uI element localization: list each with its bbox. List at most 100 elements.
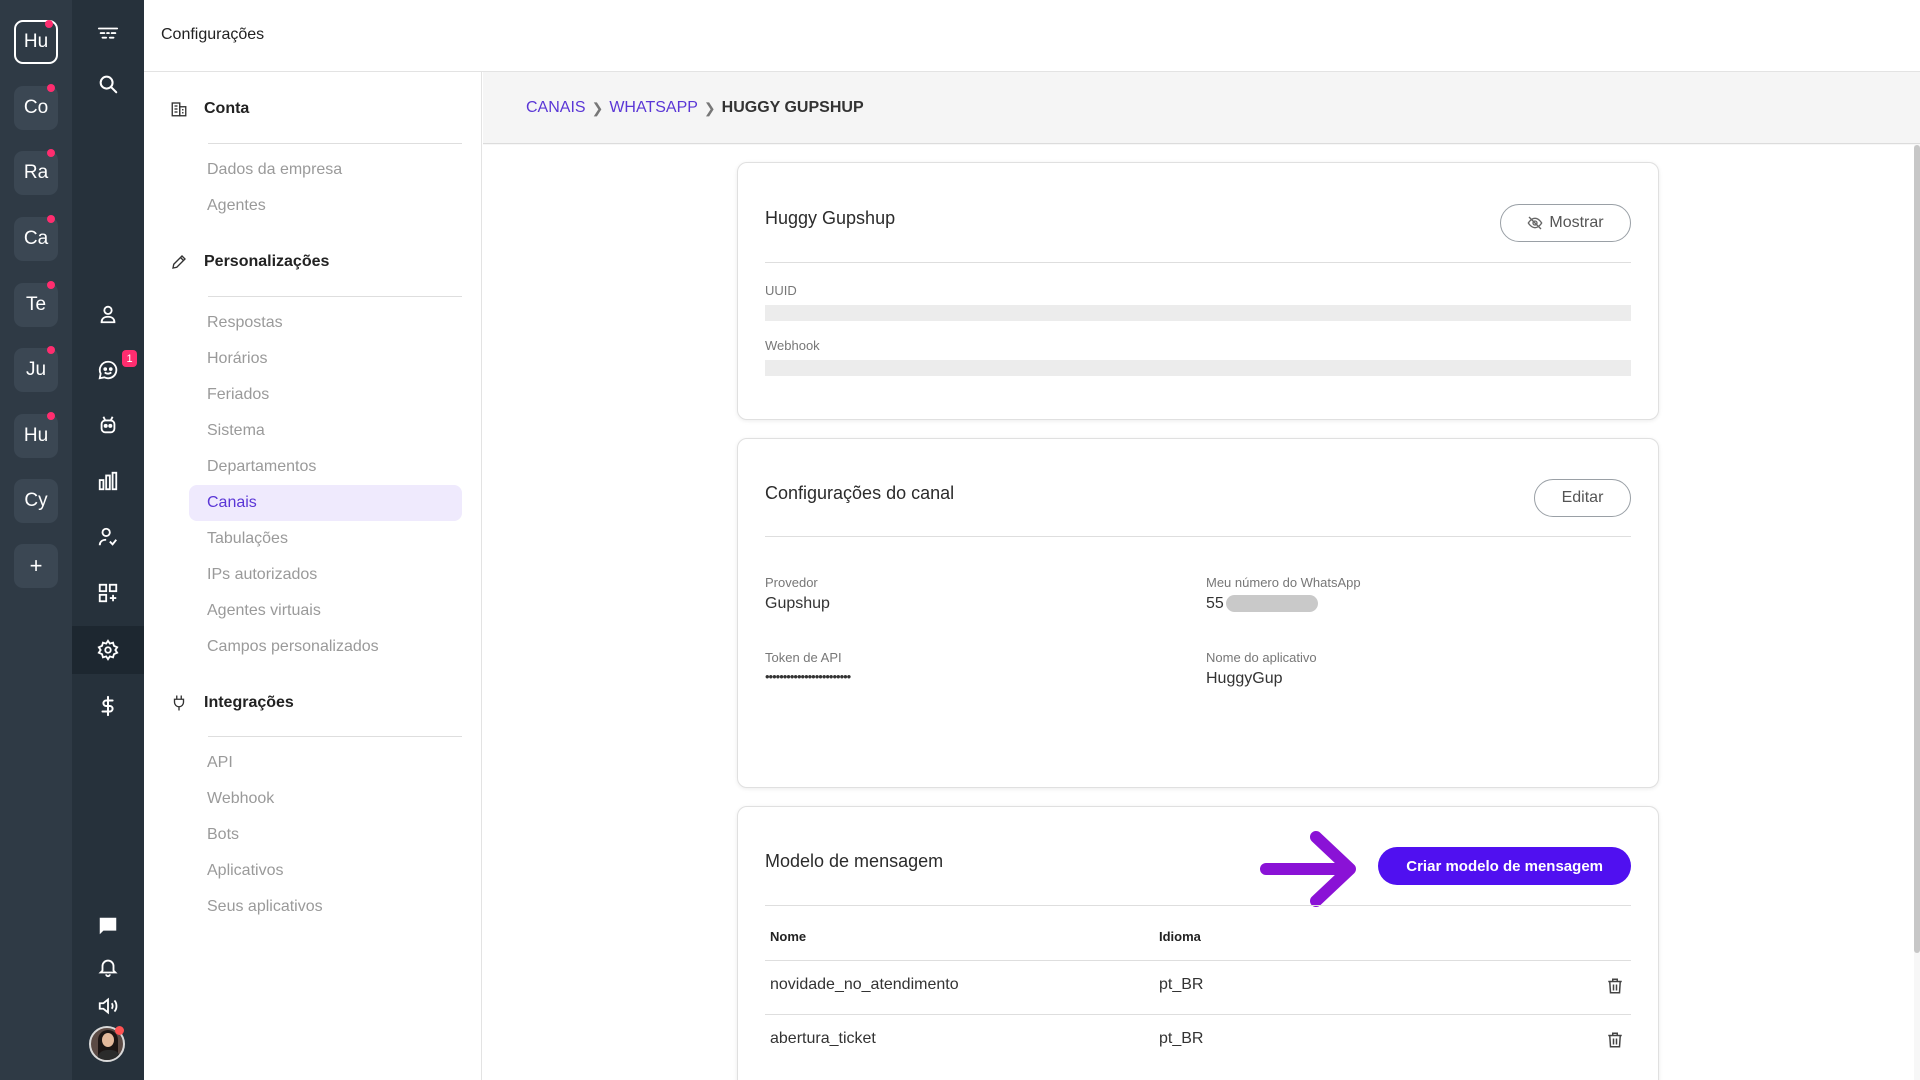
arrow-right-icon [1260,831,1356,907]
channel-card: Huggy Gupshup Mostrar UUID Webhook [737,162,1659,420]
webhook-label: Webhook [765,338,820,353]
sidebar-item-tabulacoes[interactable]: Tabulações [189,521,462,557]
sidebar-item-dados-da-empresa[interactable]: Dados da empresa [189,152,462,188]
sidebar-item-canais[interactable]: Canais [189,485,462,521]
breadcrumb-current: HUGGY GUPSHUP [721,99,864,116]
sidebar-item-departamentos[interactable]: Departamentos [189,449,462,485]
billing-icon[interactable] [72,682,144,730]
sidebar-item-respostas[interactable]: Respostas [189,305,462,341]
divider [765,536,1631,537]
reports-icon[interactable] [72,457,144,505]
plug-icon [173,695,185,711]
workspace-hu-2[interactable]: Hu [14,412,58,458]
section-integracoes[interactable]: Integrações [170,691,294,715]
sidebar-item-bots[interactable]: Bots [189,817,462,853]
template-language: pt_BR [1159,1030,1204,1047]
sidebar-item-webhook[interactable]: Webhook [189,781,462,817]
uuid-label: UUID [765,283,797,298]
show-button-label: Mostrar [1549,214,1604,231]
card-title: Modelo de mensagem [765,851,944,871]
workspace-label: Hu [23,31,49,52]
sidebar-item-aplicativos[interactable]: Aplicativos [189,853,462,889]
building-icon [171,102,187,117]
notification-dot [47,346,55,354]
trash-icon[interactable] [1606,977,1624,995]
create-template-button[interactable]: Criar modelo de mensagem [1378,847,1631,885]
sound-icon[interactable] [72,982,144,1030]
divider [208,736,462,737]
divider [208,296,462,297]
contacts-icon[interactable] [72,290,144,338]
settings-sidebar: Conta Dados da empresa Agentes Personali… [144,72,482,1080]
sidebar-item-horarios[interactable]: Horários [189,341,462,377]
page-title: Configurações [161,26,265,43]
logo-icon[interactable] [72,10,144,58]
webhook-value-placeholder [765,360,1631,376]
apps-icon[interactable] [72,569,144,617]
pencil-icon [172,255,186,269]
divider [208,143,462,144]
divider [765,960,1631,961]
workspace-hu[interactable]: Hu [14,20,58,64]
channel-config-card: Configurações do canal Editar Provedor G… [737,438,1659,788]
notification-dot [47,84,55,92]
sidebar-item-campos-personalizados[interactable]: Campos personalizados [189,629,462,665]
breadcrumb-whatsapp[interactable]: WHATSAPP [609,99,698,117]
sidebar-item-api[interactable]: API [189,745,462,781]
sidebar-item-agentes[interactable]: Agentes [189,188,462,224]
provider-value: Gupshup [765,595,830,612]
chevron-right-icon: ❯ [591,99,604,116]
add-workspace-button[interactable]: + [14,544,58,588]
chat-icon[interactable]: 1 [72,346,144,394]
show-button[interactable]: Mostrar [1500,204,1631,242]
template-name: abertura_ticket [770,1030,876,1047]
add-label: + [29,553,43,578]
chat-badge: 1 [122,350,137,367]
template-name: novidade_no_atendimento [770,976,959,993]
section-conta[interactable]: Conta [170,97,249,121]
workspace-cy[interactable]: Cy [14,479,58,523]
sidebar-item-feriados[interactable]: Feriados [189,377,462,413]
sidebar-item-ips-autorizados[interactable]: IPs autorizados [189,557,462,593]
provider-label: Provedor [765,575,818,590]
section-title: Conta [204,100,250,117]
whatsapp-prefix: 55 [1206,595,1224,612]
workspace-label: Ra [23,162,49,183]
scrollbar[interactable] [1914,145,1920,953]
notification-dot [47,149,55,157]
bot-icon[interactable] [72,401,144,449]
workspace-co[interactable]: Co [14,84,58,130]
workspace-te[interactable]: Te [14,281,58,327]
sidebar-item-sistema[interactable]: Sistema [189,413,462,449]
search-icon[interactable] [72,60,144,108]
sidebar-item-agentes-virtuais[interactable]: Agentes virtuais [189,593,462,629]
workspace-ra[interactable]: Ra [14,149,58,195]
uuid-value-placeholder [765,305,1631,321]
notification-dot [45,20,53,28]
settings-icon[interactable] [72,626,144,674]
workspace-ca[interactable]: Ca [14,215,58,261]
agents-icon[interactable] [72,513,144,561]
sidebar-item-seus-aplicativos[interactable]: Seus aplicativos [189,889,462,925]
breadcrumb-bar: CANAIS ❯ WHATSAPP ❯ HUGGY GUPSHUP [483,72,1920,144]
status-dot [115,1026,124,1035]
workspace-ju[interactable]: Ju [14,346,58,392]
section-title: Personalizações [204,253,330,270]
workspace-label: Hu [23,425,49,446]
breadcrumb: CANAIS ❯ WHATSAPP ❯ HUGGY GUPSHUP [526,99,864,117]
top-bar: Configurações [144,0,1920,72]
eye-off-icon [1527,216,1543,230]
workspace-label: Cy [24,490,48,511]
trash-icon[interactable] [1606,1031,1624,1049]
notification-dot [47,215,55,223]
section-personalizacoes[interactable]: Personalizações [170,250,329,274]
notification-dot [47,412,55,420]
edit-button[interactable]: Editar [1534,479,1631,517]
whatsapp-number-value: 55 [1206,595,1318,613]
breadcrumb-canais[interactable]: CANAIS [526,99,586,117]
chevron-right-icon: ❯ [703,99,716,116]
workspace-label: Ju [25,359,47,380]
workspace-label: Te [25,294,47,315]
main-nav: 1 [72,0,144,1080]
card-title: Huggy Gupshup [765,208,896,228]
